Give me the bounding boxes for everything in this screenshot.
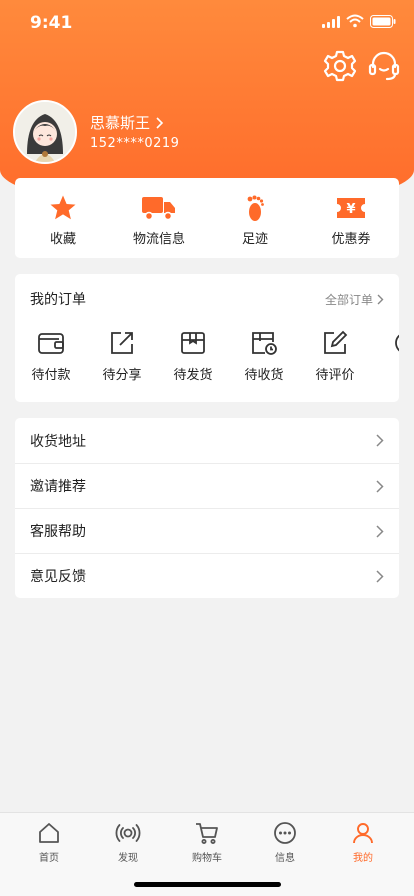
settings-menu: 收货地址 邀请推荐 客服帮助 意见反馈 (15, 418, 399, 598)
tab-label: 信息 (275, 853, 295, 864)
quick-favorites[interactable]: 收藏 (15, 178, 111, 258)
refund-icon (395, 334, 399, 352)
wallet-icon (38, 333, 64, 354)
receive-icon (252, 332, 277, 355)
all-orders-link[interactable]: 全部订单 (325, 291, 384, 308)
username-text: 思慕斯王 (90, 114, 151, 132)
order-refund[interactable]: 退 (378, 330, 399, 383)
menu-label: 客服帮助 (30, 524, 86, 540)
orders-title: 我的订单 (30, 292, 86, 308)
avatar[interactable] (13, 100, 77, 164)
quick-actions-card: 收藏 物流信息 足迹 ¥ 优惠券 (15, 178, 399, 258)
tab-home[interactable]: 首页 (14, 821, 84, 864)
orders-card: 我的订单 全部订单 待付款 待分享 待发货 待收货 待评价 退 (15, 274, 399, 402)
tab-label: 首页 (39, 853, 59, 864)
menu-shipping-address[interactable]: 收货地址 (15, 418, 399, 463)
package-icon (181, 332, 205, 354)
svg-text:¥: ¥ (346, 202, 355, 217)
menu-invite[interactable]: 邀请推荐 (15, 463, 399, 508)
menu-help[interactable]: 客服帮助 (15, 508, 399, 553)
tab-label: 我的 (353, 853, 373, 864)
quick-label: 物流信息 (132, 232, 185, 247)
quick-coupons[interactable]: ¥ 优惠券 (303, 178, 399, 258)
quick-label: 足迹 (241, 232, 268, 247)
tab-messages[interactable]: 信息 (250, 821, 320, 864)
home-icon (39, 823, 59, 843)
tab-profile[interactable]: 我的 (328, 821, 398, 864)
menu-label: 邀请推荐 (30, 479, 86, 495)
chevron-right-icon (376, 434, 384, 447)
cart-icon (196, 823, 218, 844)
order-label: 待发货 (173, 368, 213, 383)
all-orders-label: 全部订单 (324, 292, 373, 307)
quick-label: 收藏 (49, 232, 76, 247)
order-label: 待分享 (102, 368, 142, 383)
tab-label: 发现 (118, 853, 138, 864)
truck-icon (142, 197, 175, 221)
quick-logistics[interactable]: 物流信息 (111, 178, 207, 258)
avatar-illustration (15, 102, 75, 162)
menu-feedback[interactable]: 意见反馈 (15, 553, 399, 598)
status-bar: 9:41 (0, 0, 414, 44)
tab-label: 购物车 (192, 853, 222, 864)
username[interactable]: 思慕斯王 (90, 112, 164, 133)
profile-icon (353, 823, 373, 844)
menu-label: 意见反馈 (30, 569, 86, 585)
chevron-right-icon (377, 294, 384, 304)
settings-gear-icon[interactable] (322, 48, 358, 84)
order-pending-shipment[interactable]: 待发货 (165, 330, 221, 383)
menu-label: 收货地址 (30, 433, 86, 450)
order-pending-share[interactable]: 待分享 (94, 330, 150, 383)
star-icon (50, 195, 76, 220)
orders-header: 我的订单 全部订单 (15, 274, 399, 324)
chevron-right-icon (156, 116, 164, 129)
signal-icon (322, 16, 340, 28)
discover-icon (115, 824, 141, 842)
customer-service-icon[interactable] (366, 48, 402, 84)
order-pending-payment[interactable]: 待付款 (23, 330, 79, 383)
order-label: 待收货 (244, 368, 284, 383)
order-pending-review[interactable]: 待评价 (307, 330, 363, 383)
chevron-right-icon (376, 524, 384, 538)
share-icon (111, 332, 133, 354)
chevron-right-icon (376, 569, 384, 583)
wifi-icon (346, 14, 364, 28)
home-indicator (134, 882, 281, 887)
order-label: 待评价 (315, 368, 355, 383)
chevron-right-icon (376, 479, 384, 493)
quick-label: 优惠券 (331, 232, 371, 247)
battery-icon (370, 15, 396, 28)
order-label: 待付款 (31, 368, 71, 383)
message-dots-icon (274, 822, 296, 844)
quick-footprints[interactable]: 足迹 (207, 178, 303, 258)
order-pending-receipt[interactable]: 待收货 (236, 330, 292, 383)
footprint-icon (247, 195, 264, 221)
coupon-icon: ¥ (337, 198, 365, 218)
tab-discover[interactable]: 发现 (93, 821, 163, 864)
status-time: 9:41 (30, 13, 73, 33)
review-edit-icon (324, 330, 348, 354)
tab-cart[interactable]: 购物车 (172, 821, 242, 864)
phone-number: 152****0219 (90, 136, 180, 151)
order-status-row: 待付款 待分享 待发货 待收货 待评价 退 (15, 324, 399, 402)
